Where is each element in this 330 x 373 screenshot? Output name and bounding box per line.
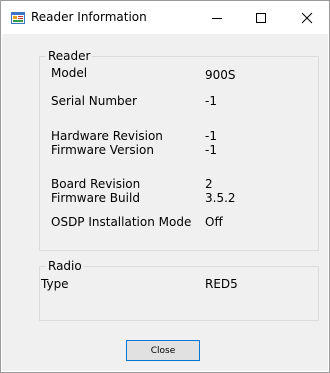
close-button[interactable]: Close: [126, 340, 200, 361]
firmware-version-value: -1: [205, 143, 217, 157]
hardware-revision-value: -1: [205, 129, 217, 143]
maximize-icon: [256, 12, 266, 23]
title-bar[interactable]: Reader Information: [1, 1, 329, 34]
close-icon: [301, 12, 313, 23]
minimize-icon: [212, 17, 222, 19]
osdp-installation-mode-label: OSDP Installation Mode: [51, 215, 192, 229]
radio-groupbox: Radio Type RED5: [39, 259, 319, 321]
board-revision-value: 2: [205, 177, 213, 191]
window-title: Reader Information: [31, 10, 147, 24]
firmware-build-label: Firmware Build: [51, 191, 140, 205]
firmware-build-value: 3.5.2: [205, 191, 236, 205]
serial-number-value: -1: [205, 94, 217, 108]
radio-type-label: Type: [41, 277, 69, 291]
minimize-button[interactable]: [195, 1, 239, 34]
reader-information-window: Reader Information Reader Model 900S Ser…: [0, 0, 330, 373]
app-window-icon: [11, 12, 25, 24]
close-window-button[interactable]: [285, 1, 329, 34]
serial-number-label: Serial Number: [51, 94, 137, 108]
osdp-installation-mode-value: Off: [205, 215, 223, 229]
maximize-button[interactable]: [239, 1, 283, 34]
board-revision-label: Board Revision: [51, 177, 141, 191]
radio-type-value: RED5: [205, 277, 238, 291]
firmware-version-label: Firmware Version: [51, 143, 154, 157]
reader-group-title: Reader: [46, 49, 93, 63]
hardware-revision-label: Hardware Revision: [51, 129, 163, 143]
model-label: Model: [51, 66, 88, 80]
window-client-area: Reader Model 900S Serial Number -1 Hardw…: [2, 34, 328, 371]
radio-group-title: Radio: [46, 259, 84, 273]
reader-groupbox: Reader Model 900S Serial Number -1 Hardw…: [39, 49, 319, 251]
model-value: 900S: [205, 68, 236, 82]
